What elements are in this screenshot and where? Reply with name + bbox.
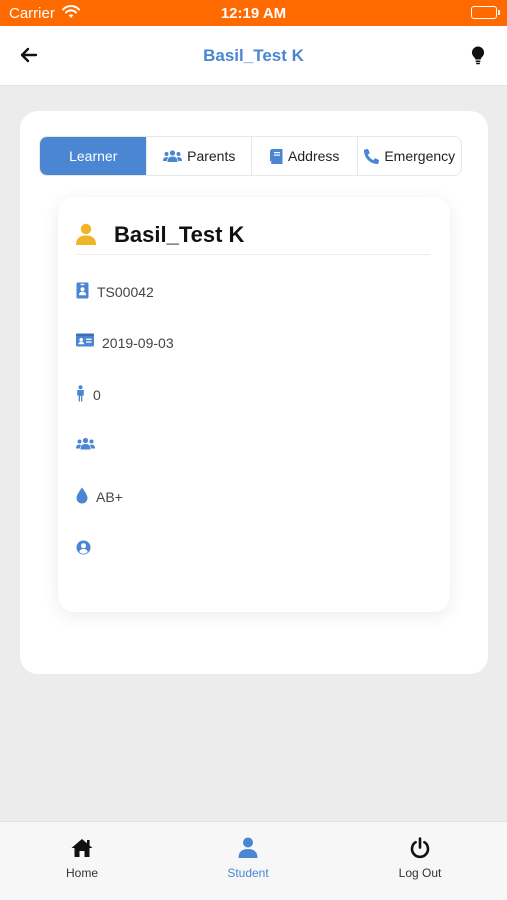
id-badge-icon	[76, 282, 89, 299]
tab-parents-label: Parents	[187, 148, 236, 164]
bottom-tab-bar: Home Student Log Out	[0, 821, 507, 900]
user-circle-icon	[76, 540, 91, 555]
navigation-bar: Basil_Test K	[0, 26, 507, 86]
learner-child-value: 0	[93, 387, 101, 403]
home-icon	[71, 839, 93, 857]
tab-learner-label: Learner	[69, 148, 118, 164]
user-icon	[76, 223, 96, 245]
power-icon	[410, 837, 430, 859]
tab-learner[interactable]: Learner	[40, 137, 148, 175]
page-title: Basil_Test K	[203, 46, 304, 65]
bottom-tab-home[interactable]: Home	[22, 837, 142, 880]
student-details-card: Learner Parents Address Emergency Basil_…	[20, 111, 488, 674]
status-bar: Carrier 12:19 AM	[0, 0, 507, 26]
users-icon	[76, 437, 95, 450]
bottom-tab-home-label: Home	[65, 866, 98, 880]
users-icon	[163, 149, 183, 162]
bottom-tab-logout[interactable]: Log Out	[360, 837, 480, 880]
learner-info-card: Basil_Test K TS00042 2019-09-03 0 AB+	[58, 197, 450, 612]
id-card-icon	[76, 333, 94, 347]
battery-icon	[471, 6, 500, 19]
tab-address[interactable]: Address	[252, 137, 359, 175]
tab-emergency[interactable]: Emergency	[358, 137, 461, 175]
bottom-tab-logout-label: Log Out	[398, 866, 442, 880]
book-icon	[270, 148, 283, 164]
tab-emergency-label: Emergency	[384, 148, 456, 164]
learner-date-value: 2019-09-03	[102, 335, 174, 351]
details-tab-bar: Learner Parents Address Emergency	[39, 136, 462, 176]
bottom-tab-student[interactable]: Student	[188, 837, 308, 880]
blood-drop-icon	[76, 487, 88, 504]
child-icon	[77, 385, 84, 402]
status-time: 12:19 AM	[220, 5, 287, 22]
learner-name: Basil_Test K	[114, 222, 245, 247]
learner-header: Basil_Test K	[76, 221, 430, 255]
tab-address-label: Address	[288, 148, 340, 164]
tab-parents[interactable]: Parents	[147, 137, 252, 175]
learner-id-value: TS00042	[97, 284, 154, 300]
phone-icon	[364, 148, 380, 164]
user-icon	[238, 837, 258, 858]
bottom-tab-student-label: Student	[227, 866, 269, 880]
lightbulb-icon[interactable]	[467, 44, 489, 66]
learner-blood-value: AB+	[96, 489, 123, 505]
